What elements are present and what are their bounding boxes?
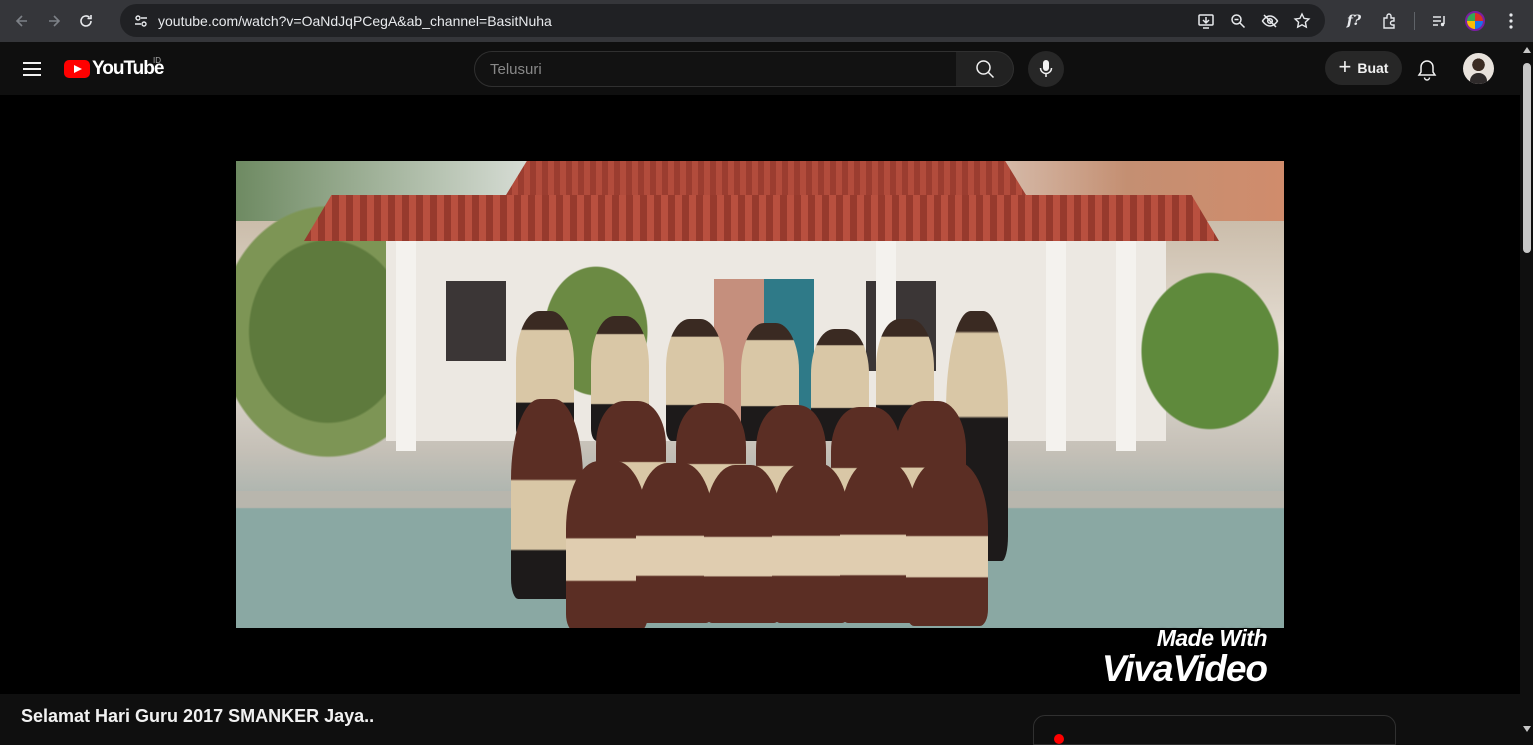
bookmark-star-icon[interactable] [1291, 10, 1313, 32]
zoom-icon[interactable] [1227, 10, 1249, 32]
eye-off-icon[interactable] [1259, 10, 1281, 32]
video-frame [236, 161, 1284, 628]
search-box[interactable] [474, 51, 957, 87]
extensions-icon[interactable] [1374, 5, 1406, 37]
search-button[interactable] [956, 51, 1014, 87]
toolbar-divider [1414, 12, 1415, 30]
region-code: ID [153, 56, 161, 65]
font-extension-icon[interactable]: f? [1338, 5, 1370, 37]
profile-icon[interactable] [1459, 5, 1491, 37]
address-bar[interactable]: youtube.com/watch?v=OaNdJqPCegA&ab_chann… [120, 4, 1325, 37]
create-button[interactable]: + Buat [1325, 51, 1402, 85]
youtube-play-icon [64, 60, 90, 78]
install-icon[interactable] [1195, 10, 1217, 32]
youtube-header: YouTube ID + Buat [0, 43, 1520, 95]
video-title: Selamat Hari Guru 2017 SMANKER Jaya.. [21, 706, 375, 726]
notifications-bell-icon[interactable] [1410, 53, 1444, 87]
menu-icon[interactable] [1495, 5, 1527, 37]
vivavideo-watermark: Made With VivaVideo [1067, 625, 1268, 689]
group-of-students [506, 311, 1026, 628]
reload-icon[interactable] [70, 5, 102, 37]
site-info-icon[interactable] [126, 13, 156, 29]
browser-toolbar-right: f? [1338, 0, 1533, 42]
watermark-line2: VivaVideo [1101, 648, 1268, 689]
video-player[interactable]: Made With VivaVideo [0, 95, 1520, 694]
url-text[interactable]: youtube.com/watch?v=OaNdJqPCegA&ab_chann… [158, 13, 1195, 29]
search-input[interactable] [490, 60, 956, 78]
search-icon [975, 60, 994, 79]
scroll-down-arrow-icon[interactable] [1523, 726, 1531, 732]
plus-icon: + [1338, 54, 1352, 79]
forward-icon[interactable] [38, 5, 70, 37]
create-label: Buat [1357, 60, 1389, 76]
scroll-up-arrow-icon[interactable] [1523, 47, 1531, 53]
video-info: Selamat Hari Guru 2017 SMANKER Jaya.. [0, 694, 1520, 745]
media-controls-icon[interactable] [1423, 5, 1455, 37]
page-scrollbar[interactable] [1520, 43, 1533, 736]
back-icon[interactable] [6, 5, 38, 37]
side-panel-card[interactable] [1033, 715, 1396, 745]
avatar[interactable] [1463, 53, 1494, 84]
youtube-logo[interactable]: YouTube [64, 57, 164, 81]
microphone-icon [1039, 60, 1053, 77]
scrollbar-thumb[interactable] [1523, 63, 1531, 253]
hamburger-menu-icon[interactable] [20, 57, 44, 81]
voice-search-button[interactable] [1028, 51, 1064, 87]
